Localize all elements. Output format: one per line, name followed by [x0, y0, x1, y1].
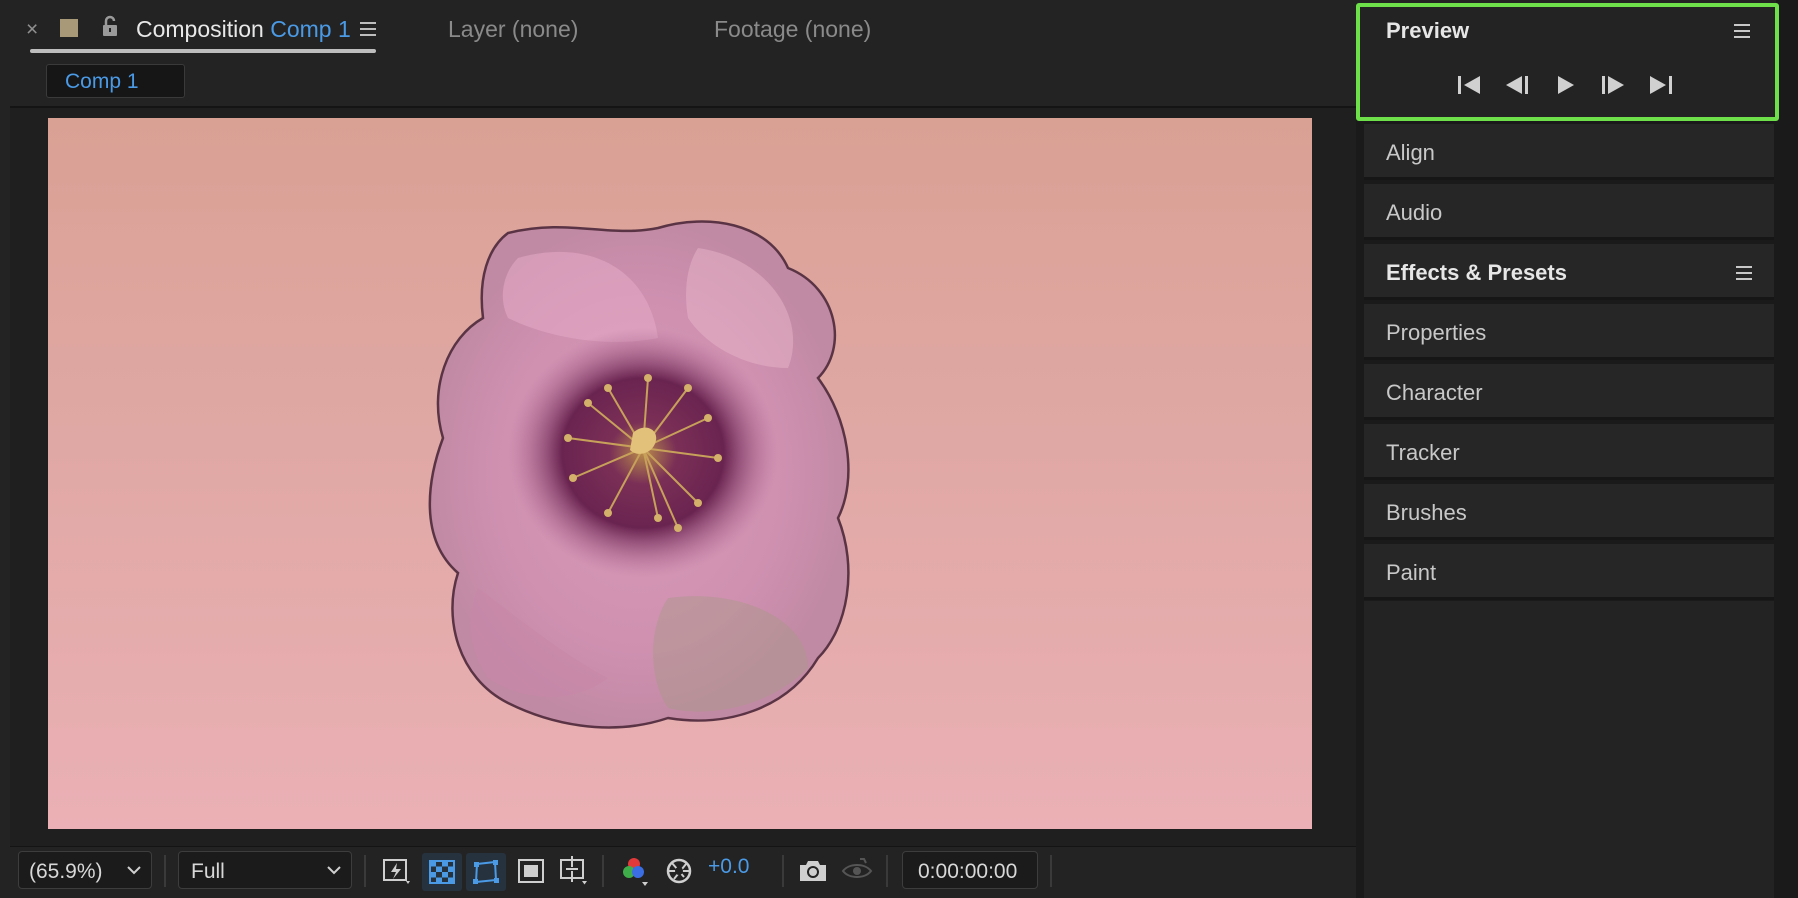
panel-paint-title: Paint [1386, 560, 1437, 585]
chevron-down-icon [327, 866, 341, 875]
panel-tracker[interactable]: Tracker [1364, 424, 1774, 480]
magnification-dropdown[interactable]: (65.9%) [18, 851, 152, 889]
preview-panel-highlight [1356, 3, 1779, 121]
tab-footage[interactable]: Footage (none) [714, 16, 871, 43]
panel-audio[interactable]: Audio [1364, 184, 1774, 240]
exposure-reset-icon[interactable] [662, 855, 696, 887]
comp-breadcrumb[interactable]: Comp 1 [46, 64, 185, 98]
mask-visibility-icon [473, 860, 499, 884]
fast-previews-icon[interactable] [380, 855, 414, 887]
transparency-grid-toggle[interactable] [422, 853, 462, 891]
toolbar-separator [364, 855, 366, 887]
tab-composition[interactable]: Composition Comp 1 [136, 16, 351, 43]
panel-paint[interactable]: Paint [1364, 544, 1774, 600]
channel-icon[interactable] [618, 855, 652, 887]
panel-effects-presets[interactable]: Effects & Presets [1364, 244, 1774, 300]
panel-brushes-title: Brushes [1386, 500, 1467, 525]
active-tab-underline [30, 49, 376, 53]
exposure-value[interactable]: +0.0 [708, 855, 749, 879]
panel-character[interactable]: Character [1364, 364, 1774, 420]
magnification-value: (65.9%) [29, 860, 103, 883]
breadcrumb-label: Comp 1 [65, 70, 139, 93]
timecode-field[interactable]: 0:00:00:00 [902, 851, 1038, 889]
lock-icon[interactable] [100, 15, 120, 37]
toolbar-separator [886, 855, 888, 887]
snapshot-icon[interactable] [796, 855, 830, 887]
composition-tab-bar: × Composition Comp 1 Layer (none) Footag… [0, 0, 1356, 60]
panel-align[interactable]: Align [1364, 124, 1774, 180]
panel-properties[interactable]: Properties [1364, 304, 1774, 360]
panel-properties-title: Properties [1386, 320, 1487, 345]
region-of-interest-icon[interactable] [514, 855, 548, 887]
grid-guides-icon[interactable] [556, 855, 590, 887]
panel-menu-icon[interactable] [1736, 266, 1752, 280]
panel-effects-presets-title: Effects & Presets [1386, 260, 1567, 285]
composition-canvas[interactable] [48, 118, 1312, 829]
toolbar-separator [602, 855, 604, 887]
panel-character-title: Character [1386, 380, 1483, 405]
flower-image [428, 220, 850, 729]
toolbar-separator [782, 855, 784, 887]
panel-brushes[interactable]: Brushes [1364, 484, 1774, 540]
transparency-grid-icon [429, 860, 455, 884]
viewer-toolbar: (65.9%) Full +0.0 0:00:00:00 [10, 846, 1356, 898]
tab-composition-comp-name: Comp 1 [270, 16, 351, 42]
resolution-dropdown[interactable]: Full [178, 851, 352, 889]
panel-empty-area [1364, 601, 1774, 898]
show-snapshot-icon[interactable] [840, 855, 874, 887]
panel-audio-title: Audio [1386, 200, 1443, 225]
panel-tracker-title: Tracker [1386, 440, 1460, 465]
mask-visibility-toggle[interactable] [466, 853, 506, 891]
label-color-swatch[interactable] [60, 19, 78, 37]
composition-panel: × Composition Comp 1 Layer (none) Footag… [0, 0, 1356, 898]
toolbar-separator [164, 855, 166, 887]
toolbar-separator [1050, 855, 1052, 887]
chevron-down-icon [127, 866, 141, 875]
resolution-value: Full [191, 860, 225, 883]
close-icon[interactable]: × [26, 18, 38, 42]
panel-align-title: Align [1386, 140, 1435, 165]
tab-composition-title: Composition [136, 16, 264, 42]
tab-layer[interactable]: Layer (none) [448, 16, 578, 43]
panel-menu-icon[interactable] [360, 22, 376, 36]
timecode-value: 0:00:00:00 [918, 860, 1018, 883]
